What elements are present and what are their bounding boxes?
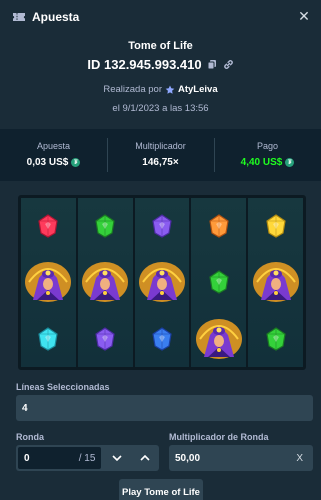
- sorceress-symbol-icon: [137, 260, 187, 304]
- stat-bet-value: 0,03 US$: [26, 157, 69, 168]
- round-label: Ronda: [16, 432, 44, 442]
- reel-4: [191, 198, 249, 367]
- stat-payout-value-row: 4,40 US$ ₮: [214, 157, 321, 168]
- blue-gem-icon: [151, 327, 173, 351]
- reel-cell: [78, 198, 133, 254]
- stat-multiplier: Multiplicador 146,75×: [107, 136, 214, 174]
- stat-payout-label: Pago: [256, 141, 279, 151]
- placed-by-row: Realizada por AtyLeiva: [0, 84, 321, 95]
- vip-star-icon: [165, 85, 175, 95]
- ticket-icon: [12, 10, 26, 24]
- cyan-gem-icon: [37, 327, 59, 351]
- slot-reels: [18, 195, 306, 370]
- round-value: 0: [24, 452, 30, 464]
- green-gem-icon: [94, 214, 116, 238]
- stat-payout-value: 4,40 US$: [240, 157, 283, 168]
- lines-label: Líneas Seleccionadas: [16, 382, 110, 392]
- bet-id: ID 132.945.993.410: [87, 57, 202, 72]
- round-multiplier-field: 50,00 X: [169, 445, 313, 471]
- reel-cell: [21, 198, 76, 254]
- reel-3: [134, 198, 192, 367]
- round-field: 0 / 15: [16, 445, 159, 471]
- reel-cell: [135, 198, 190, 254]
- reel-cell: [191, 198, 246, 254]
- round-total: / 15: [78, 452, 96, 464]
- lines-value: 4: [22, 402, 28, 414]
- reel-5: [248, 198, 303, 367]
- reel-cell: [191, 254, 246, 310]
- round-multiplier-label: Multiplicador de Ronda: [169, 432, 269, 442]
- round-multiplier-suffix: X: [296, 452, 303, 464]
- reel-cell: [248, 198, 303, 254]
- stat-payout: Pago 4,40 US$ ₮: [214, 136, 321, 174]
- reel-2: [77, 198, 135, 367]
- tether-coin-icon: ₮: [285, 158, 295, 167]
- sorceress-symbol-icon: [23, 260, 73, 304]
- stat-bet: Apuesta 0,03 US$ ₮: [0, 136, 107, 174]
- lines-field: 4: [16, 395, 313, 421]
- chevron-down-icon[interactable]: [103, 445, 131, 471]
- bet-stats-panel: Apuesta 0,03 US$ ₮ Multiplicador 146,75×…: [0, 129, 321, 181]
- yellow-gem-icon: [265, 214, 287, 238]
- tether-coin-icon: ₮: [71, 158, 81, 167]
- close-icon[interactable]: ✕: [297, 8, 311, 24]
- modal-header: Apuesta ✕: [0, 0, 321, 34]
- modal-title: Apuesta: [32, 10, 80, 24]
- play-game-button[interactable]: Play Tome of Life: [119, 479, 203, 500]
- bet-id-row: ID 132.945.993.410: [0, 57, 321, 72]
- stat-multiplier-value: 146,75×: [142, 157, 179, 168]
- sorceress-symbol-icon: [251, 260, 301, 304]
- stat-multiplier-label: Multiplicador: [135, 141, 186, 151]
- green-gem-icon: [265, 327, 287, 351]
- green-gem-icon: [208, 270, 230, 295]
- reel-1: [21, 198, 78, 367]
- purple-gem-icon: [94, 327, 116, 351]
- reel-cell: [248, 311, 303, 367]
- orange-gem-icon: [208, 214, 230, 238]
- reel-cell: [78, 311, 133, 367]
- reel-cell: [135, 311, 190, 367]
- sorceress-symbol-icon: [194, 317, 244, 361]
- reel-cell: [191, 311, 246, 367]
- bet-date: el 9/1/2023 a las 13:56: [112, 103, 209, 114]
- reel-cell: [21, 311, 76, 367]
- round-input[interactable]: 0 / 15: [18, 447, 102, 469]
- placed-by-label: Realizada por: [103, 84, 162, 95]
- game-name[interactable]: Tome of Life: [0, 40, 321, 52]
- purple-gem-icon: [151, 214, 173, 238]
- reel-cell: [78, 254, 133, 310]
- link-icon[interactable]: [223, 59, 234, 70]
- red-gem-icon: [37, 214, 59, 238]
- round-multiplier-value: 50,00: [175, 452, 201, 464]
- stat-multiplier-value-row: 146,75×: [107, 157, 214, 168]
- reel-cell: [21, 254, 76, 310]
- reel-cell: [135, 254, 190, 310]
- stat-bet-value-row: 0,03 US$ ₮: [0, 157, 107, 168]
- chevron-up-icon[interactable]: [131, 445, 159, 471]
- sorceress-symbol-icon: [80, 260, 130, 304]
- username-link[interactable]: AtyLeiva: [178, 84, 218, 95]
- stat-bet-label: Apuesta: [36, 141, 71, 151]
- reel-cell: [248, 254, 303, 310]
- copy-icon[interactable]: [207, 59, 218, 70]
